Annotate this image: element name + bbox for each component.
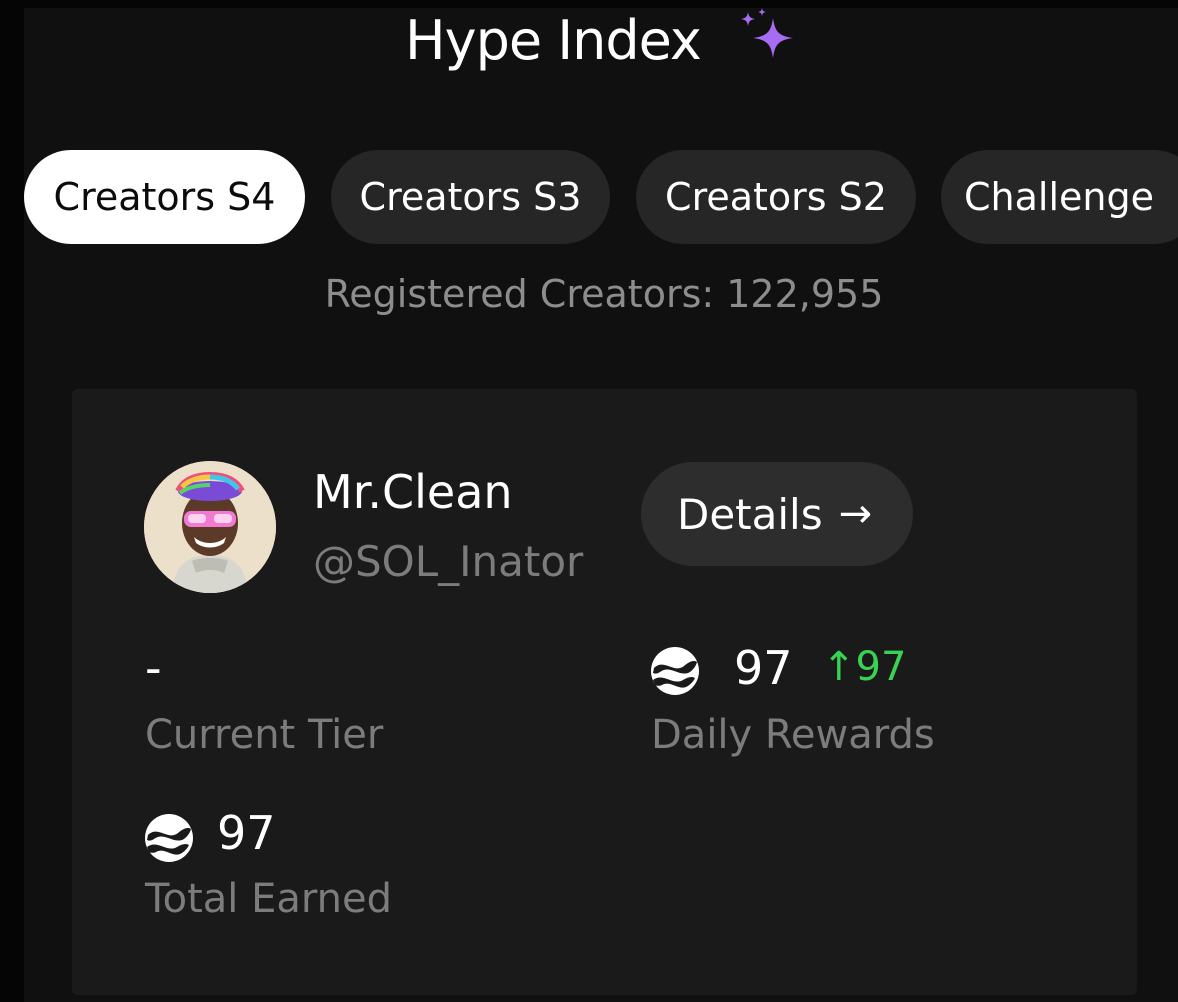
- page-title: Hype Index: [405, 9, 702, 72]
- total-earned-value: 97: [217, 806, 276, 860]
- current-tier-label: Current Tier: [145, 712, 384, 758]
- token-icon: [145, 814, 193, 862]
- registered-creators-count: Registered Creators: 122,955: [324, 272, 884, 316]
- daily-rewards-change: ↑97: [822, 644, 907, 690]
- creator-display-name: Mr.Clean: [313, 465, 513, 519]
- details-button[interactable]: Details →: [641, 462, 913, 566]
- arrow-right-icon: →: [838, 491, 873, 537]
- screen: Hype Index Creators S4 Creators S3 Creat…: [0, 0, 1178, 1002]
- current-tier-value: -: [145, 641, 162, 695]
- tab-creators-s2[interactable]: Creators S2: [636, 150, 916, 244]
- tab-creators-s3[interactable]: Creators S3: [331, 150, 610, 244]
- daily-rewards-value: 97: [734, 641, 793, 695]
- daily-rewards-label: Daily Rewards: [651, 712, 935, 758]
- details-label: Details: [677, 489, 823, 539]
- sparkle-icon: [741, 8, 793, 58]
- header: Hype Index: [0, 4, 1178, 74]
- tab-creators-s4[interactable]: Creators S4: [24, 150, 305, 244]
- token-icon: [651, 647, 699, 695]
- total-earned-label: Total Earned: [145, 876, 393, 922]
- avatar: [144, 461, 276, 593]
- tab-challenge[interactable]: Challenge: [941, 150, 1178, 244]
- creator-handle: @SOL_Inator: [313, 537, 584, 586]
